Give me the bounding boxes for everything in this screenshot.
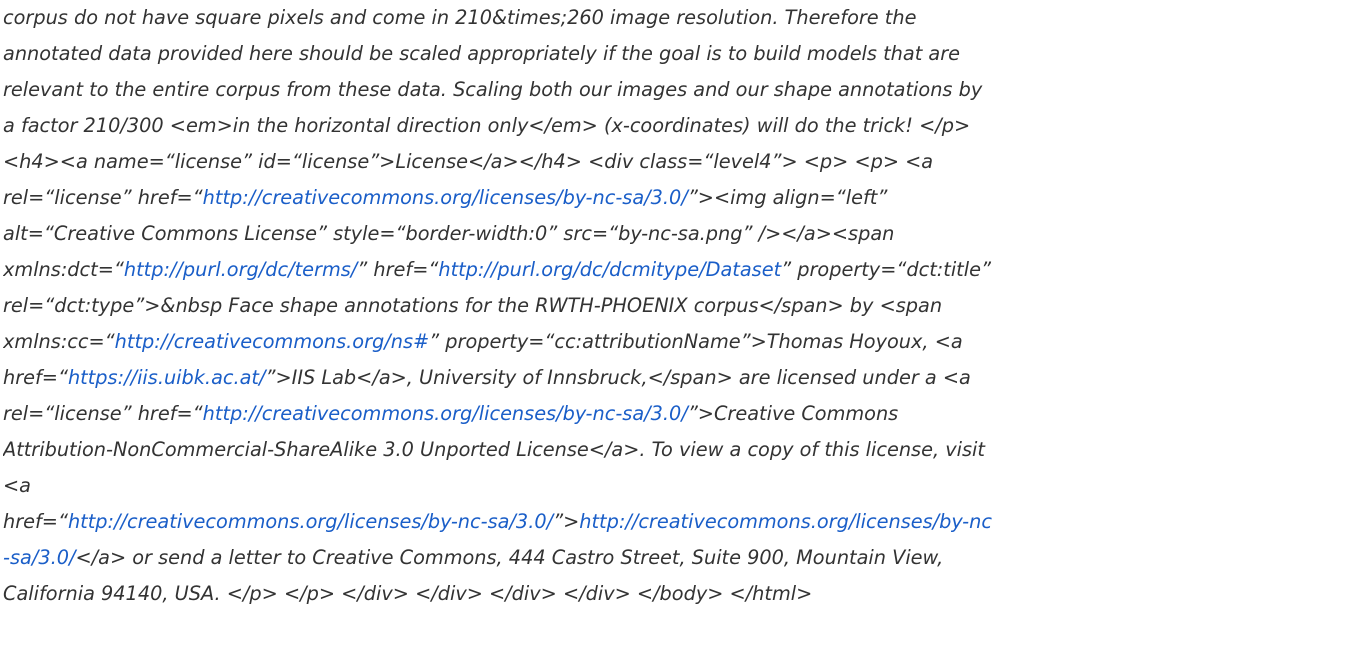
text-segment: ” property=“cc:attributionName”>Thomas H… xyxy=(429,330,963,353)
text-segment: rel=“license” href=“ xyxy=(3,186,203,209)
text-line: rel=“license” href=“http://creativecommo… xyxy=(3,396,1371,432)
text-line: annotated data provided here should be s… xyxy=(3,36,1371,72)
text-line: a factor 210/300 <em>in the horizontal d… xyxy=(3,108,1371,144)
cc-license-link[interactable]: http://creativecommons.org/licenses/by-n… xyxy=(203,402,688,425)
text-segment: <a xyxy=(3,474,31,497)
text-line: rel=“license” href=“http://creativecommo… xyxy=(3,180,1371,216)
text-segment: ”> xyxy=(553,510,580,533)
text-line: Attribution-NonCommercial-ShareAlike 3.0… xyxy=(3,432,1371,468)
iis-lab-link[interactable]: https://iis.uibk.ac.at/ xyxy=(68,366,266,389)
text-line: corpus do not have square pixels and com… xyxy=(3,0,1371,36)
cc-ns-link[interactable]: http://creativecommons.org/ns# xyxy=(115,330,430,353)
text-segment: ”>IIS Lab</a>, University of Innsbruck,<… xyxy=(265,366,971,389)
text-segment: href=“ xyxy=(3,366,68,389)
text-line: alt=“Creative Commons License” style=“bo… xyxy=(3,216,1371,252)
text-line: href=“https://iis.uibk.ac.at/”>IIS Lab</… xyxy=(3,360,1371,396)
text-line: <a xyxy=(3,468,1371,504)
text-line: <h4><a name=“license” id=“license”>Licen… xyxy=(3,144,1371,180)
dc-dataset-link[interactable]: http://purl.org/dc/dcmitype/Dataset xyxy=(438,258,781,281)
text-segment: a factor 210/300 <em>in the horizontal d… xyxy=(3,114,971,137)
text-segment: ” property=“dct:title” xyxy=(781,258,991,281)
text-line: xmlns:dct=“http://purl.org/dc/terms/” hr… xyxy=(3,252,1371,288)
cc-license-text-link-continued[interactable]: -sa/3.0/ xyxy=(3,546,75,569)
text-line: href=“http://creativecommons.org/license… xyxy=(3,504,1371,540)
text-segment: xmlns:dct=“ xyxy=(3,258,124,281)
text-segment: corpus do not have square pixels and com… xyxy=(3,6,917,29)
text-segment: rel=“dct:type”>&nbsp Face shape annotati… xyxy=(3,294,943,317)
text-segment: ” href=“ xyxy=(357,258,439,281)
text-segment: <h4><a name=“license” id=“license”>Licen… xyxy=(3,150,934,173)
cc-license-link[interactable]: http://creativecommons.org/licenses/by-n… xyxy=(68,510,553,533)
text-line: xmlns:cc=“http://creativecommons.org/ns#… xyxy=(3,324,1371,360)
text-segment: California 94140, USA. </p> </p> </div> … xyxy=(3,582,813,605)
text-segment: xmlns:cc=“ xyxy=(3,330,115,353)
text-segment: </a> or send a letter to Creative Common… xyxy=(75,546,944,569)
text-segment: href=“ xyxy=(3,510,68,533)
text-segment: ”><img align=“left” xyxy=(687,186,888,209)
text-line: -sa/3.0/</a> or send a letter to Creativ… xyxy=(3,540,1371,576)
page-text-content: corpus do not have square pixels and com… xyxy=(0,0,1371,660)
cc-license-text-link[interactable]: http://creativecommons.org/licenses/by-n… xyxy=(579,510,992,533)
text-line: relevant to the entire corpus from these… xyxy=(3,72,1371,108)
text-segment: relevant to the entire corpus from these… xyxy=(3,78,983,101)
dc-terms-link[interactable]: http://purl.org/dc/terms/ xyxy=(124,258,357,281)
text-segment: ”>Creative Commons xyxy=(687,402,899,425)
text-segment: Attribution-NonCommercial-ShareAlike 3.0… xyxy=(3,438,985,461)
cc-license-link[interactable]: http://creativecommons.org/licenses/by-n… xyxy=(203,186,688,209)
text-segment: annotated data provided here should be s… xyxy=(3,42,960,65)
text-line: California 94140, USA. </p> </p> </div> … xyxy=(3,576,1371,612)
text-segment: alt=“Creative Commons License” style=“bo… xyxy=(3,222,895,245)
text-segment: rel=“license” href=“ xyxy=(3,402,203,425)
text-line: rel=“dct:type”>&nbsp Face shape annotati… xyxy=(3,288,1371,324)
